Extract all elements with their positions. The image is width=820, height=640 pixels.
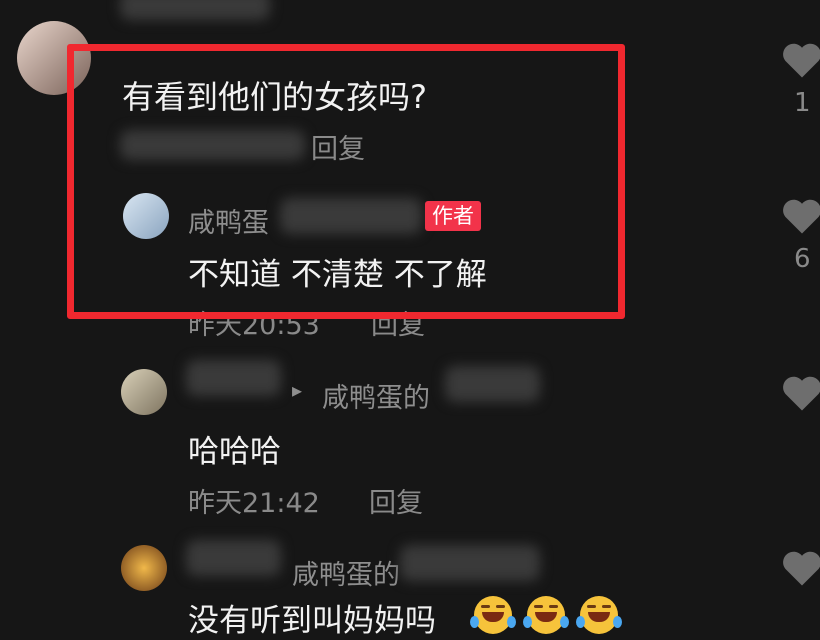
avatar[interactable] <box>121 545 167 591</box>
heart-icon[interactable] <box>781 548 820 588</box>
laughing-emoji-icon <box>470 596 516 634</box>
heart-icon[interactable] <box>781 373 820 413</box>
reply-button[interactable]: 回复 <box>369 481 423 520</box>
redacted-name <box>186 360 281 396</box>
laughing-emoji-icon <box>523 596 569 634</box>
reply3-text: 没有听到叫妈妈吗 <box>188 603 436 639</box>
reply-to-name[interactable]: 咸鸭蛋的 <box>322 376 430 415</box>
reply-arrow: ▸ <box>292 378 303 402</box>
highlight-box <box>67 44 625 319</box>
redacted-name <box>400 545 540 581</box>
reply-to-name[interactable]: 咸鸭蛋的 <box>292 553 400 592</box>
heart-icon[interactable] <box>781 40 820 80</box>
avatar[interactable] <box>121 369 167 415</box>
redacted-name <box>186 540 281 576</box>
heart-icon[interactable] <box>781 196 820 236</box>
redacted-name <box>445 366 540 402</box>
laughing-emoji-icon <box>576 596 622 634</box>
like-count: 6 <box>794 244 811 274</box>
redacted-area <box>120 0 270 20</box>
like-count: 1 <box>794 88 811 118</box>
reply2-text: 哈哈哈 <box>188 434 281 470</box>
reply2-time: 昨天21:42 <box>188 488 320 519</box>
